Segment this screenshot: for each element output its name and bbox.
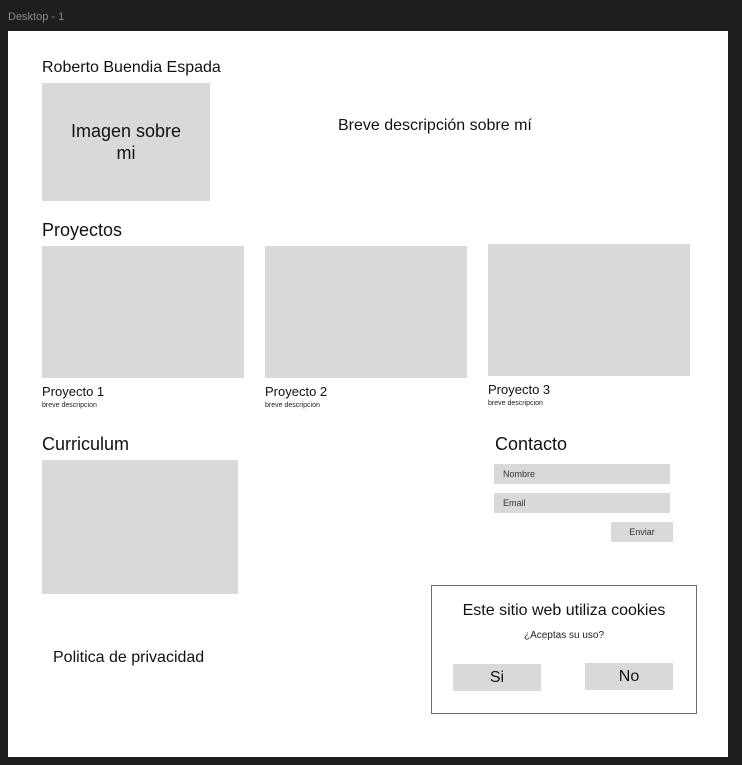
about-image-label: Imagen sobre mi	[70, 121, 182, 163]
cookie-banner-title: Este sitio web utiliza cookies	[462, 602, 666, 619]
projects-heading: Proyectos	[42, 220, 123, 240]
project-3-description: breve descripcion	[488, 400, 543, 407]
name-field[interactable]: Nombre	[494, 464, 670, 484]
project-3-image	[488, 244, 690, 376]
project-2-image	[265, 246, 467, 378]
about-image-placeholder: Imagen sobre mi	[42, 83, 210, 201]
cookie-banner-question: ¿Aceptas su uso?	[523, 630, 605, 641]
project-1-description: breve descripcion	[42, 402, 97, 409]
project-1-name: Proyecto 1	[42, 384, 105, 399]
site-owner-name: Roberto Buendia Espada	[42, 59, 221, 76]
project-1-image	[42, 246, 244, 378]
about-description: Breve descripción sobre mí	[338, 117, 532, 134]
project-2-description: breve descripcion	[265, 402, 320, 409]
name-field-placeholder: Nombre	[503, 469, 536, 479]
curriculum-heading: Curriculum	[42, 434, 130, 454]
project-card-2[interactable]: Proyecto 2 breve descripcion	[265, 246, 467, 416]
desktop-frame: Roberto Buendia Espada Imagen sobre mi B…	[8, 31, 728, 757]
send-button[interactable]: Enviar	[611, 522, 673, 542]
email-field-placeholder: Email	[503, 498, 526, 508]
project-2-name: Proyecto 2	[265, 384, 328, 399]
curriculum-placeholder[interactable]	[42, 460, 238, 594]
project-3-name: Proyecto 3	[488, 382, 551, 397]
project-card-3[interactable]: Proyecto 3 breve descripcion	[488, 244, 690, 416]
reject-cookies-button[interactable]: No	[585, 663, 673, 690]
email-field[interactable]: Email	[494, 493, 670, 513]
cookie-banner: Este sitio web utiliza cookies ¿Aceptas …	[431, 585, 697, 714]
project-card-1[interactable]: Proyecto 1 breve descripcion	[42, 246, 244, 416]
privacy-policy-link[interactable]: Politica de privacidad	[53, 649, 204, 667]
frame-label: Desktop - 1	[8, 11, 65, 23]
contact-heading: Contacto	[495, 434, 568, 454]
accept-cookies-button[interactable]: Si	[453, 664, 541, 691]
